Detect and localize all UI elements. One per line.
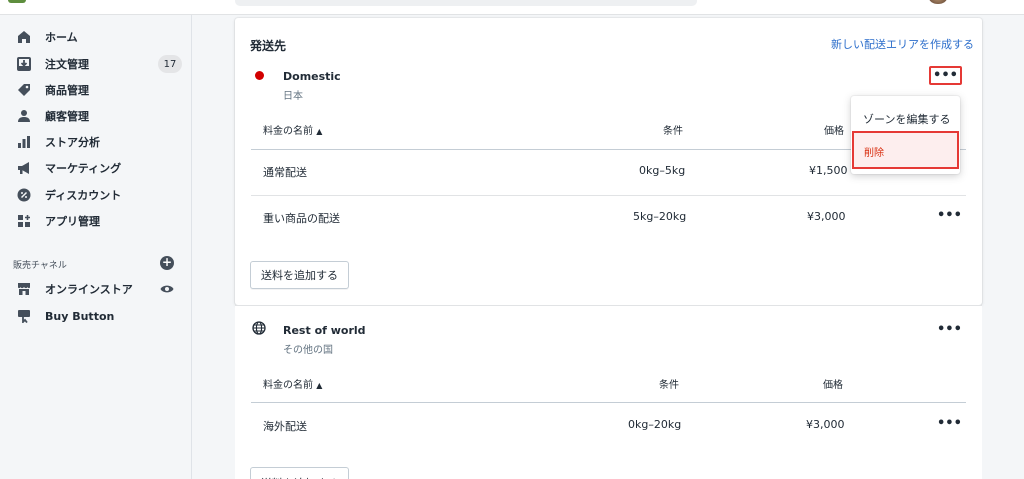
column-header-price: 価格 [824, 126, 844, 137]
zone-region: 日本 [283, 91, 303, 102]
add-channel-icon[interactable]: + [160, 256, 174, 270]
orders-icon [16, 56, 32, 72]
sidebar-item-home[interactable]: ホーム [0, 25, 192, 49]
edit-zone-menu-item[interactable]: ゾーンを編集する [863, 111, 950, 127]
column-header-condition: 条件 [663, 126, 683, 137]
buy-button-icon [16, 308, 32, 324]
sort-ascending-icon: ▲ [316, 381, 323, 390]
section-title: 発送先 [250, 39, 287, 53]
sidebar-item-label: 顧客管理 [45, 110, 89, 123]
apps-icon [16, 213, 32, 229]
eye-icon[interactable] [160, 283, 174, 295]
column-header-rate-name[interactable]: 料金の名前 ▲ [263, 122, 322, 137]
orders-count-badge: 17 [158, 55, 182, 73]
sidebar-item-marketing[interactable]: マーケティング [0, 156, 192, 180]
zone-name: Domestic [283, 70, 341, 83]
globe-icon [252, 321, 266, 335]
sidebar-item-label: オンラインストア [45, 283, 133, 296]
column-header-price: 価格 [823, 380, 843, 391]
sidebar-item-label: アプリ管理 [45, 215, 100, 228]
zone-divider [235, 305, 982, 306]
sidebar-item-label: ディスカウント [45, 189, 122, 202]
sidebar-item-analytics[interactable]: ストア分析 [0, 130, 192, 154]
add-rate-button[interactable]: 送料を追加する [250, 261, 349, 289]
sidebar-item-label: 商品管理 [45, 84, 89, 97]
customer-icon [16, 108, 32, 124]
zone-name: Rest of world [283, 324, 366, 337]
sidebar-item-apps[interactable]: アプリ管理 [0, 209, 192, 233]
sidebar-item-buy-button[interactable]: Buy Button [0, 304, 192, 328]
top-bar [0, 0, 1024, 15]
megaphone-icon [16, 160, 32, 176]
add-rate-button[interactable]: 送料を追加する [250, 467, 349, 479]
table-cell-rate-name: 海外配送 [263, 420, 307, 433]
analytics-icon [16, 134, 32, 150]
table-cell-condition: 0kg–5kg [639, 164, 686, 177]
table-cell-price: ¥1,500 [809, 164, 848, 177]
column-header-condition: 条件 [659, 380, 679, 391]
divider [251, 402, 966, 403]
search-bar[interactable] [235, 0, 697, 6]
table-cell-rate-name: 重い商品の配送 [263, 212, 340, 225]
zone-more-actions-button[interactable]: ••• [929, 66, 962, 85]
sort-ascending-icon: ▲ [316, 127, 323, 136]
sales-channels-heading: 販売チャネル [13, 261, 67, 271]
tag-icon [16, 82, 32, 98]
rate-more-actions-button[interactable]: ••• [937, 417, 962, 430]
domestic-flag-icon [255, 71, 264, 80]
divider [251, 195, 966, 196]
create-zone-link[interactable]: 新しい配送エリアを作成する [831, 36, 974, 52]
home-icon [16, 29, 32, 45]
table-cell-rate-name: 通常配送 [263, 166, 307, 179]
discount-icon [16, 187, 32, 203]
rate-more-actions-button[interactable]: ••• [937, 209, 962, 222]
sidebar-item-label: ストア分析 [45, 136, 100, 149]
zone-region: その他の国 [283, 345, 333, 356]
delete-menu-item-label: 削除 [864, 148, 884, 159]
sidebar-item-label: Buy Button [45, 309, 115, 323]
table-cell-price: ¥3,000 [806, 418, 845, 431]
store-icon [16, 281, 32, 297]
table-cell-condition: 0kg–20kg [628, 418, 682, 431]
zone-more-actions-button[interactable]: ••• [937, 323, 962, 336]
column-header-rate-name[interactable]: 料金の名前 ▲ [263, 376, 322, 391]
avatar[interactable] [929, 0, 947, 4]
sidebar-item-discounts[interactable]: ディスカウント [0, 183, 192, 207]
sidebar-item-label: マーケティング [45, 162, 122, 175]
more-icon: ••• [933, 67, 958, 83]
table-cell-condition: 5kg–20kg [633, 210, 687, 223]
sidebar-item-customers[interactable]: 顧客管理 [0, 104, 192, 128]
sidebar-item-label: 注文管理 [45, 58, 89, 71]
sidebar-item-orders[interactable]: 注文管理 17 [0, 52, 192, 76]
table-cell-price: ¥3,000 [807, 210, 846, 223]
sidebar: ホーム 注文管理 17 商品管理 顧客管理 ストア分析 マーケティング ディスカ… [0, 15, 192, 479]
sidebar-item-label: ホーム [45, 31, 78, 44]
shopify-logo[interactable] [8, 0, 26, 3]
sidebar-item-products[interactable]: 商品管理 [0, 78, 192, 102]
